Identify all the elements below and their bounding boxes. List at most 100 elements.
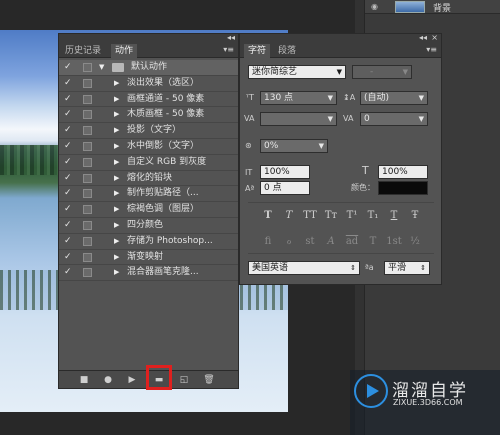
expand-arrow-icon[interactable]: ▶ [114, 94, 119, 105]
dialog-toggle-icon[interactable] [83, 189, 92, 199]
checkmark-icon[interactable]: ✓ [64, 78, 72, 89]
faux-bold-button[interactable]: T [259, 210, 277, 221]
font-size-select[interactable]: 130 点 ▼ [260, 91, 337, 105]
dialog-toggle-icon[interactable] [83, 236, 92, 246]
dialog-toggle-icon[interactable] [83, 63, 92, 72]
titling-alternates-button[interactable]: T [364, 236, 382, 247]
expand-arrow-icon[interactable]: ▶ [114, 204, 119, 215]
action-row[interactable]: ✓ ▶ 棕褐色调（图层） [59, 202, 238, 218]
faux-italic-button[interactable]: T [280, 210, 298, 221]
action-row[interactable]: ✓ ▶ 存储为 Photoshop... [59, 234, 238, 250]
action-row[interactable]: ✓ ▶ 熔化的铅块 [59, 171, 238, 187]
action-row[interactable]: ✓ ▶ 渐变映射 [59, 250, 238, 266]
kerning-select[interactable]: ▼ [260, 112, 337, 126]
discretionary-ligature-button[interactable]: st [301, 236, 319, 247]
checkmark-icon[interactable]: ✓ [64, 204, 72, 215]
swash-button[interactable]: A [322, 236, 340, 247]
underline-button[interactable]: T [385, 210, 403, 221]
action-row[interactable]: ✓ ▶ 四分颜色 [59, 218, 238, 234]
leading-select[interactable]: (自动) ▼ [360, 91, 428, 105]
dialog-toggle-icon[interactable] [83, 205, 92, 215]
dialog-toggle-icon[interactable] [83, 252, 92, 262]
checkmark-icon[interactable]: ✓ [64, 141, 72, 152]
stylistic-alternates-button[interactable]: ad [343, 236, 361, 247]
expand-arrow-icon[interactable]: ▶ [114, 141, 119, 152]
tab-character[interactable]: 字符 [244, 44, 271, 58]
tab-history[interactable]: 历史记录 [61, 44, 105, 58]
dialog-toggle-icon[interactable] [83, 157, 92, 167]
horizontal-scale-field[interactable]: 100% [378, 165, 428, 179]
expand-arrow-icon[interactable]: ▶ [114, 109, 119, 120]
new-action-icon[interactable]: ◱ [177, 374, 191, 386]
tab-paragraph[interactable]: 段落 [274, 44, 300, 58]
vertical-scale-field[interactable]: 100% [260, 165, 310, 179]
action-row[interactable]: ✓ ▶ 混合器画笔克隆... [59, 265, 238, 282]
checkmark-icon[interactable]: ✓ [64, 220, 72, 231]
delete-icon[interactable]: 🗑 [202, 374, 216, 386]
dialog-toggle-icon[interactable] [83, 94, 92, 104]
dialog-toggle-icon[interactable] [83, 126, 92, 136]
action-row[interactable]: ✓ ▶ 自定义 RGB 到灰度 [59, 155, 238, 171]
action-row[interactable]: ✓ ▶ 画框通道 - 50 像素 [59, 92, 238, 108]
baseline-shift-field[interactable]: 0 点 [260, 181, 310, 195]
action-row[interactable]: ✓ ▶ 淡出效果（选区） [59, 76, 238, 92]
eye-icon[interactable]: ◉ [371, 2, 381, 11]
ordinals-button[interactable]: 1st [385, 236, 403, 247]
dialog-toggle-icon[interactable] [83, 110, 92, 120]
alt-ligature-button[interactable]: ℴ [280, 236, 298, 247]
fractions-button[interactable]: ½ [406, 236, 424, 247]
stop-icon[interactable]: ■ [77, 374, 91, 386]
expand-arrow-icon[interactable]: ▶ [114, 173, 119, 184]
checkmark-icon[interactable]: ✓ [64, 267, 72, 278]
checkmark-icon[interactable]: ✓ [64, 252, 72, 263]
subscript-button[interactable]: T₁ [364, 210, 382, 221]
ligature-button[interactable]: fi [259, 236, 277, 247]
font-family-select[interactable]: 迷你简综艺 ▼ [248, 65, 346, 79]
expand-arrow-icon[interactable]: ▶ [114, 157, 119, 168]
action-row[interactable]: ✓ ▶ 制作剪贴路径（... [59, 186, 238, 203]
superscript-button[interactable]: T¹ [343, 210, 361, 221]
action-row[interactable]: ✓ ▶ 木质画框 - 50 像素 [59, 107, 238, 124]
close-icon[interactable]: × [431, 33, 438, 42]
expand-arrow-icon[interactable]: ▶ [114, 78, 119, 89]
expand-arrow-icon[interactable]: ▶ [114, 252, 119, 263]
checkmark-icon[interactable]: ✓ [64, 157, 72, 168]
text-color-swatch[interactable] [378, 181, 428, 195]
action-row[interactable]: ✓ ▶ 水中倒影（文字） [59, 139, 238, 155]
expand-arrow-icon[interactable]: ▶ [114, 188, 119, 199]
checkmark-icon[interactable]: ✓ [64, 173, 72, 184]
panel-title-bar[interactable]: ◂◂ × [240, 33, 441, 43]
action-set-row[interactable]: ✓ ▼ 默认动作 [59, 60, 238, 76]
checkmark-icon[interactable]: ✓ [64, 109, 72, 120]
checkmark-icon[interactable]: ✓ [64, 125, 72, 136]
language-select[interactable]: 美国英语 ⇕ [248, 261, 360, 275]
dialog-toggle-icon[interactable] [83, 220, 92, 230]
dialog-toggle-icon[interactable] [83, 173, 92, 183]
expand-arrow-icon[interactable]: ▶ [114, 236, 119, 247]
tsume-select[interactable]: 0% ▼ [260, 139, 328, 153]
layer-row[interactable]: ◉ 背景 [365, 0, 500, 14]
all-caps-button[interactable]: TT [301, 210, 319, 221]
small-caps-button[interactable]: Tт [322, 210, 340, 221]
expand-arrow-icon[interactable]: ▶ [114, 220, 119, 231]
play-icon[interactable]: ▶ [125, 374, 139, 386]
panel-menu-icon[interactable]: ▾≡ [223, 45, 234, 54]
checkmark-icon[interactable]: ✓ [64, 94, 72, 105]
collapse-icon[interactable]: ◂◂ [227, 33, 235, 42]
dialog-toggle-icon[interactable] [83, 268, 92, 278]
collapse-icon[interactable]: ◂◂ [419, 33, 427, 42]
panel-menu-icon[interactable]: ▾≡ [426, 45, 437, 54]
dialog-toggle-icon[interactable] [83, 141, 92, 151]
tracking-select[interactable]: 0 ▼ [360, 112, 428, 126]
tab-actions[interactable]: 动作 [111, 44, 138, 58]
checkmark-icon[interactable]: ✓ [64, 236, 72, 247]
expand-arrow-icon[interactable]: ▶ [114, 267, 119, 278]
checkmark-icon[interactable]: ✓ [64, 62, 72, 73]
panel-title-bar[interactable]: ◂◂ [59, 33, 238, 43]
action-row[interactable]: ✓ ▶ 投影（文字） [59, 123, 238, 139]
checkmark-icon[interactable]: ✓ [64, 188, 72, 199]
dialog-toggle-icon[interactable] [83, 78, 92, 88]
expand-arrow-icon[interactable]: ▶ [114, 125, 119, 136]
expand-arrow-icon[interactable]: ▼ [99, 62, 104, 73]
strikethrough-button[interactable]: Ŧ [406, 210, 424, 221]
